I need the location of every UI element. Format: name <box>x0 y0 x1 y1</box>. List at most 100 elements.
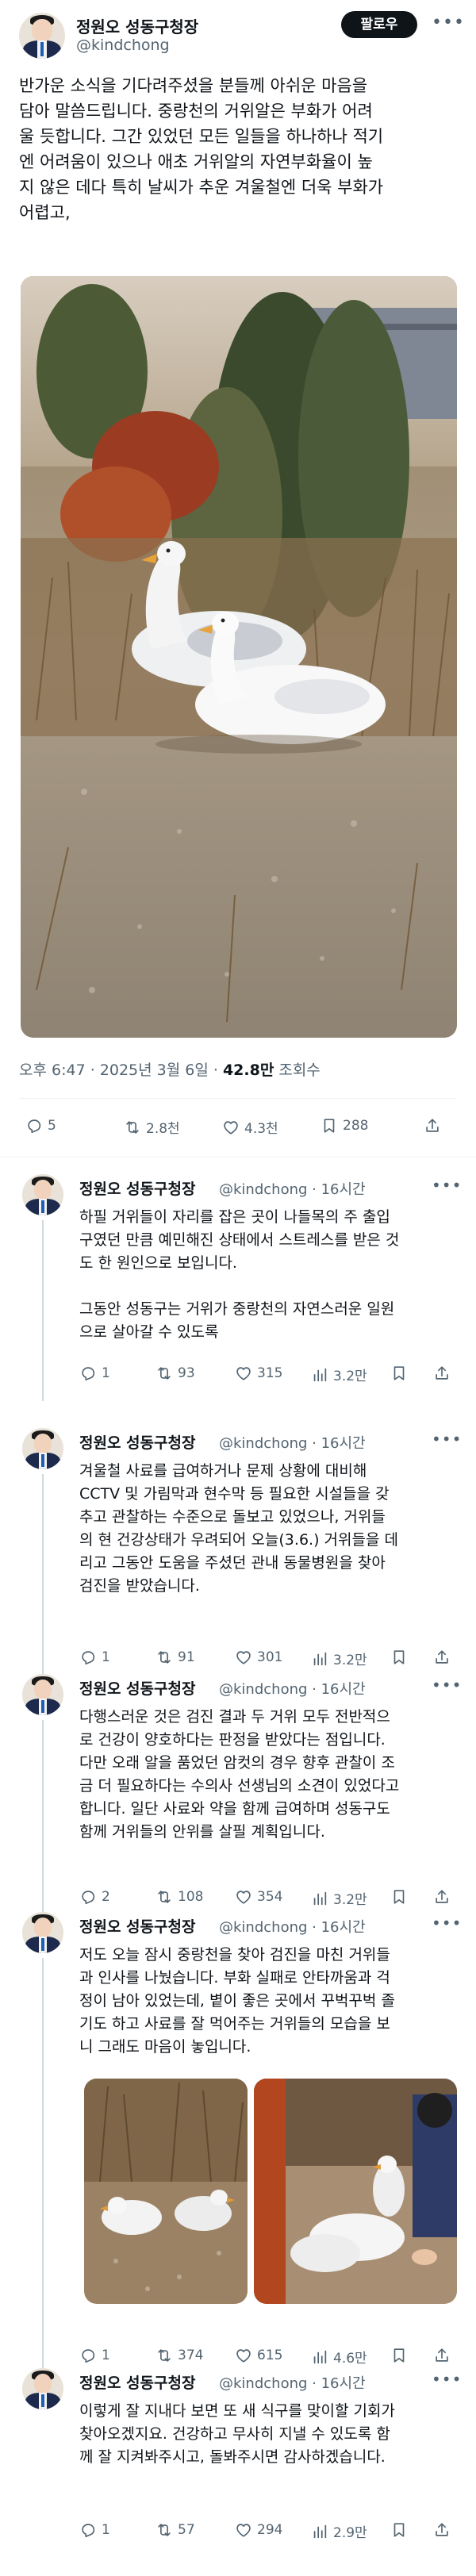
reply-author-handle[interactable]: @kindchong · 16시간 <box>219 1432 366 1453</box>
reply-author-name[interactable]: 정원오 성동구청장 <box>79 1177 195 1199</box>
bookmark-icon <box>390 1649 408 1666</box>
like-button[interactable]: 301 <box>235 1649 282 1666</box>
bookmark-icon <box>390 2347 408 2364</box>
reply-author-name[interactable]: 정원오 성동구청장 <box>79 1915 195 1937</box>
views-count: 3.2만 <box>333 1653 367 1668</box>
bookmark-button[interactable]: 288 <box>321 1117 368 1134</box>
share-button[interactable] <box>433 1365 451 1382</box>
more-options-icon[interactable]: ••• <box>432 1914 462 1933</box>
geese-photo-image <box>21 276 457 1038</box>
reply-photo-left[interactable] <box>84 2079 248 2304</box>
views-button[interactable]: 4.6만 <box>311 2347 367 2367</box>
views-button[interactable]: 2.9만 <box>311 2521 367 2541</box>
author-handle[interactable]: @kindchong <box>76 36 170 54</box>
like-icon <box>235 2521 252 2539</box>
reply-text: 겨울철 사료를 급여하거나 문제 상황에 대비해 CCTV 및 가림막과 현수막… <box>79 1462 398 1595</box>
more-options-icon[interactable]: ••• <box>432 1676 462 1695</box>
reply-post[interactable]: 정원오 성동구청장 @kindchong · 16시간 ••• 겨울철 사료를 … <box>0 1428 476 1679</box>
post-timestamp[interactable]: 오후 6:47 · 2025년 3월 6일 · <box>19 1061 223 1079</box>
repost-count: 2.8천 <box>146 1121 180 1137</box>
reply-author-handle[interactable]: @kindchong · 16시간 <box>219 1916 366 1937</box>
like-count: 294 <box>257 2522 283 2538</box>
reply-text: 다행스러운 것은 검진 결과 두 거위 모두 전반적으 로 건강이 양호하다는 … <box>79 1708 400 1841</box>
views-button[interactable]: 3.2만 <box>311 1649 367 1668</box>
avatar[interactable] <box>22 1912 63 1953</box>
share-icon <box>433 1888 451 1906</box>
views-icon <box>311 1366 328 1384</box>
views-button[interactable]: 3.2만 <box>311 1365 367 1384</box>
repost-icon <box>155 1649 173 1666</box>
bookmark-button[interactable] <box>390 2347 408 2364</box>
avatar[interactable] <box>22 1674 63 1715</box>
like-button[interactable]: 4.3천 <box>222 1117 278 1137</box>
reply-author-handle[interactable]: @kindchong · 16시간 <box>219 1678 366 1699</box>
like-button[interactable]: 315 <box>235 1365 282 1382</box>
reply-author-handle[interactable]: @kindchong · 16시간 <box>219 1178 366 1199</box>
reply-icon <box>79 1888 97 1906</box>
views-button[interactable]: 3.2만 <box>311 1888 367 1908</box>
like-icon <box>235 1365 252 1382</box>
bookmark-button[interactable] <box>390 1365 408 1382</box>
like-count: 301 <box>257 1649 283 1665</box>
reply-button[interactable]: 1 <box>79 2521 110 2539</box>
reply-button[interactable]: 1 <box>79 2347 110 2364</box>
more-options-icon[interactable]: ••• <box>432 1430 462 1449</box>
reply-photo-right[interactable] <box>254 2079 457 2304</box>
like-button[interactable]: 294 <box>235 2521 282 2539</box>
repost-button[interactable]: 57 <box>155 2521 195 2539</box>
reply-count: 1 <box>102 1365 110 1381</box>
reply-post[interactable]: 정원오 성동구청장 @kindchong · 16시간 ••• 이렇게 잘 지내… <box>0 2368 476 2559</box>
reply-post[interactable]: 정원오 성동구청장 @kindchong · 16시간 ••• 하필 거위들이 … <box>0 1174 476 1401</box>
avatar[interactable] <box>19 13 65 59</box>
reply-author-handle[interactable]: @kindchong · 16시간 <box>219 2372 366 2393</box>
follow-button[interactable]: 팔로우 <box>341 11 417 38</box>
views-label: 조회수 <box>274 1061 321 1079</box>
share-button[interactable] <box>424 1117 441 1134</box>
reply-action-bar: 1 93 315 3.2만 <box>79 1365 460 1388</box>
share-button[interactable] <box>433 1649 451 1666</box>
reply-icon <box>79 1365 97 1382</box>
bookmark-icon <box>390 1888 408 1906</box>
share-button[interactable] <box>433 2521 451 2539</box>
reply-author-name[interactable]: 정원오 성동구청장 <box>79 2371 195 2393</box>
reply-post[interactable]: 정원오 성동구청장 @kindchong · 16시간 ••• 다행스러운 것은… <box>0 1674 476 1918</box>
bookmark-button[interactable] <box>390 1649 408 1666</box>
reply-count: 1 <box>102 2348 110 2363</box>
like-button[interactable]: 354 <box>235 1888 282 1906</box>
share-icon <box>433 2521 451 2539</box>
reply-text: 하필 거위들이 자리를 잡은 곳이 나들목의 주 출입 구였던 만큼 예민해진 … <box>79 1208 400 1341</box>
post-photo[interactable] <box>21 276 457 1038</box>
reply-author-name[interactable]: 정원오 성동구청장 <box>79 1431 195 1453</box>
reply-button[interactable]: 1 <box>79 1649 110 1666</box>
more-options-icon[interactable]: ••• <box>432 13 465 33</box>
like-button[interactable]: 615 <box>235 2347 282 2364</box>
more-options-icon[interactable]: ••• <box>432 1176 462 1195</box>
bookmark-button[interactable] <box>390 1888 408 1906</box>
reply-count: 1 <box>102 2522 110 2538</box>
like-icon <box>222 1119 240 1136</box>
views-count: 3.2만 <box>333 1369 367 1384</box>
repost-button[interactable]: 91 <box>155 1649 195 1666</box>
avatar[interactable] <box>22 2368 63 2409</box>
avatar[interactable] <box>22 1174 63 1215</box>
share-icon <box>433 2347 451 2364</box>
repost-button[interactable]: 374 <box>155 2347 203 2364</box>
reply-author-name[interactable]: 정원오 성동구청장 <box>79 1677 195 1699</box>
repost-count: 57 <box>178 2522 195 2538</box>
bookmark-button[interactable] <box>390 2521 408 2539</box>
views-count: 3.2만 <box>333 1892 367 1908</box>
like-count: 315 <box>257 1365 283 1381</box>
author-name[interactable]: 정원오 성동구청장 <box>76 14 198 37</box>
more-options-icon[interactable]: ••• <box>432 2370 462 2389</box>
reply-button[interactable]: 1 <box>79 1365 110 1382</box>
share-button[interactable] <box>433 2347 451 2364</box>
reply-button[interactable]: 2 <box>79 1888 110 1906</box>
share-button[interactable] <box>433 1888 451 1906</box>
reply-button[interactable]: 5 <box>25 1117 56 1134</box>
avatar[interactable] <box>22 1428 63 1469</box>
repost-button[interactable]: 2.8천 <box>124 1117 180 1137</box>
repost-button[interactable]: 93 <box>155 1365 195 1382</box>
repost-button[interactable]: 108 <box>155 1888 203 1906</box>
reply-post[interactable]: 정원오 성동구청장 @kindchong · 16시간 ••• 저도 오늘 잠시… <box>0 1912 476 2372</box>
like-count: 4.3천 <box>244 1121 278 1137</box>
